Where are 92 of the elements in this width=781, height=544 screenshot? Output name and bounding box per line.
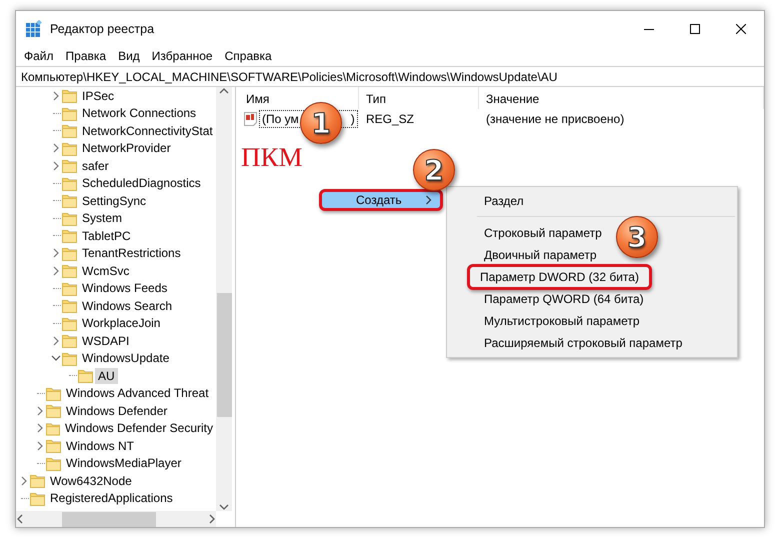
step-badge: 2 [413, 149, 455, 191]
tree-item[interactable]: safer [79, 158, 112, 174]
expand-icon[interactable] [52, 90, 60, 101]
folder-icon [62, 140, 77, 156]
tree-item[interactable]: SettingSync [79, 192, 150, 209]
folder-icon [30, 473, 45, 488]
tree-item[interactable]: Windows Feeds [79, 280, 170, 296]
column-header[interactable]: Тип [359, 87, 479, 109]
menu-bar-item[interactable]: Вид [112, 49, 146, 63]
tree-item[interactable]: WindowsMediaPlayer [63, 455, 184, 472]
folder-icon [62, 246, 77, 261]
tree-item[interactable]: TabletPC [79, 228, 134, 244]
tree-item[interactable]: WcmSvc [79, 262, 132, 279]
scroll-left-icon[interactable] [16, 514, 24, 524]
expand-icon[interactable] [20, 476, 28, 486]
scroll-up-icon[interactable] [219, 87, 229, 95]
tree-item[interactable]: System [79, 210, 126, 226]
scrollbar-thumb[interactable] [216, 293, 232, 417]
tree-item[interactable]: AU [95, 368, 118, 384]
scroll-right-icon[interactable] [208, 514, 216, 524]
tree-item[interactable]: Windows NT [63, 438, 138, 454]
menu-item[interactable]: Мультистроковый параметр [478, 309, 646, 333]
collapse-icon[interactable] [50, 354, 60, 362]
folder-icon [30, 490, 45, 506]
tree-item[interactable]: WSDAPI [79, 332, 132, 349]
folder-icon [62, 298, 77, 314]
menu-item[interactable]: Строковый параметр [478, 221, 608, 245]
expand-icon[interactable] [52, 266, 60, 276]
folder-icon [62, 263, 77, 278]
expand-icon[interactable] [36, 423, 44, 434]
tree-item[interactable]: ScheduledDiagnostics [79, 175, 204, 192]
folder-icon [62, 88, 77, 104]
horizontal-scrollbar[interactable] [16, 511, 216, 527]
folder-icon [62, 193, 77, 208]
tree-item[interactable]: Windows Defender Security [62, 420, 216, 436]
folder-icon [46, 456, 61, 471]
vertical-scrollbar[interactable] [216, 87, 232, 511]
string-value-icon [244, 112, 257, 126]
scroll-down-icon[interactable] [219, 503, 229, 511]
folder-icon [46, 386, 61, 401]
scrollbar-thumb[interactable] [62, 512, 156, 526]
menu-bar-item[interactable]: Справка [218, 49, 278, 63]
folder-icon [62, 228, 77, 244]
folder-icon [62, 210, 77, 226]
close-icon [736, 24, 746, 34]
tree-item[interactable]: TenantRestrictions [79, 245, 184, 262]
folder-icon [78, 368, 93, 384]
expand-icon[interactable] [36, 406, 44, 416]
expand-icon[interactable] [52, 248, 60, 258]
tree-item[interactable]: Network Connections [79, 105, 200, 122]
annotation-text: ПКМ [241, 142, 303, 173]
menu-item[interactable]: Параметр QWORD (64 бита) [478, 287, 650, 311]
menu-item[interactable]: Двоичный параметр [478, 243, 602, 267]
menu-item[interactable]: Расширяемый строковый параметр [478, 331, 688, 355]
folder-icon [62, 123, 77, 138]
window-title: Редактор реестра [50, 22, 154, 36]
folder-icon [62, 333, 77, 348]
tree-item[interactable]: NetworkProvider [79, 140, 174, 156]
tree-item[interactable]: RegisteredApplications [47, 490, 176, 506]
folder-icon [62, 316, 77, 331]
folder-icon [46, 403, 61, 418]
tree-item[interactable]: Wow6432Node [47, 472, 135, 489]
step-badge: 1 [300, 102, 342, 144]
folder-icon [46, 420, 60, 436]
folder-icon [46, 438, 61, 454]
column-header[interactable]: Значение [479, 87, 764, 109]
tree-item[interactable]: WindowsUpdate [79, 350, 172, 366]
menu-item[interactable]: Создать [319, 189, 443, 211]
menu-bar-item[interactable]: Избранное [146, 49, 219, 63]
table-cell-text: (значение не присвоено) [485, 112, 626, 126]
expand-icon[interactable] [52, 143, 60, 154]
menu-bar-item[interactable]: Правка [60, 49, 112, 63]
tree-item[interactable]: Windows Defender [63, 402, 170, 419]
tree-item[interactable]: IPSec [79, 88, 118, 104]
menu-item[interactable]: Параметр DWORD (32 бита) [467, 264, 652, 290]
folder-icon [62, 106, 77, 121]
expand-icon[interactable] [36, 440, 44, 451]
folder-icon [62, 176, 77, 191]
tree-item[interactable]: NetworkConnectivityStat [79, 122, 216, 139]
folder-icon [62, 158, 77, 174]
tree-item[interactable]: WorkplaceJoin [79, 315, 164, 332]
tree-item[interactable]: Windows Advanced Threat [63, 385, 212, 402]
table-cell-text: REG_SZ [365, 112, 416, 126]
tree-item[interactable]: Windows Search [79, 298, 176, 314]
menu-item[interactable]: Раздел [478, 189, 530, 213]
maximize-icon [690, 24, 700, 34]
expand-icon[interactable] [52, 336, 60, 346]
folder-icon [62, 280, 77, 296]
folder-icon [62, 350, 77, 366]
expand-icon[interactable] [52, 160, 60, 171]
menu-bar-item[interactable]: Файл [18, 49, 60, 63]
address-bar[interactable]: Компьютер\HKEY_LOCAL_MACHINE\SOFTWARE\Policies\Microsoft\Windows\WindowsUpdate\AU [16, 66, 764, 87]
